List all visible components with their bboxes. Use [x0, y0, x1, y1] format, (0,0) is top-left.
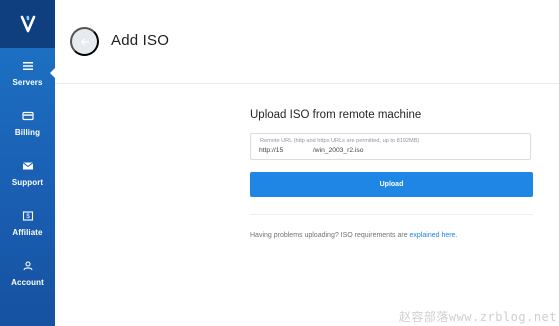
- account-user-icon: [21, 259, 35, 273]
- remote-url-field[interactable]: Remote URL (http and https URLs are perm…: [250, 133, 531, 160]
- sidebar-item-account[interactable]: Account: [0, 248, 55, 298]
- iso-requirements-help: Having problems uploading? ISO requireme…: [250, 232, 533, 239]
- arrow-left-icon: [80, 37, 89, 46]
- sidebar-item-label: Support: [11, 178, 44, 187]
- sidebar-item-label: Servers: [12, 78, 43, 87]
- upload-heading: Upload ISO from remote machine: [250, 109, 422, 121]
- sidebar-item-label: Affiliate: [12, 228, 43, 237]
- sidebar-item-support[interactable]: Support: [0, 148, 55, 198]
- iso-requirements-link[interactable]: explained here.: [410, 232, 458, 239]
- page-title: Add ISO: [111, 32, 170, 49]
- remote-url-label: Remote URL (http and https URLs are perm…: [260, 138, 420, 144]
- sidebar: Servers Billing Support $ Affiliate Acco…: [0, 0, 55, 326]
- sidebar-item-label: Billing: [14, 128, 41, 137]
- vultr-v-logo-icon: [20, 15, 35, 33]
- help-prefix-text: Having problems uploading? ISO requireme…: [250, 232, 410, 239]
- remote-url-input[interactable]: [259, 147, 525, 154]
- billing-card-icon: [21, 109, 35, 123]
- back-button[interactable]: [70, 27, 99, 56]
- sidebar-nav: Servers Billing Support $ Affiliate Acco…: [0, 48, 55, 298]
- sidebar-item-billing[interactable]: Billing: [0, 98, 55, 148]
- support-envelope-icon: [21, 159, 35, 173]
- upload-button[interactable]: Upload: [250, 172, 533, 197]
- upload-iso-panel: Upload ISO from remote machine Remote UR…: [250, 109, 533, 239]
- sidebar-item-affiliate[interactable]: $ Affiliate: [0, 198, 55, 248]
- watermark-text: 赵容部落www.zrblog.net: [398, 310, 557, 324]
- section-divider: [250, 214, 533, 215]
- main-content: Upload ISO from remote machine Remote UR…: [55, 84, 559, 326]
- add-iso-screen: Servers Billing Support $ Affiliate Acco…: [0, 0, 559, 326]
- servers-list-icon: [21, 59, 35, 73]
- brand-logo[interactable]: [0, 0, 55, 48]
- svg-text:$: $: [26, 214, 30, 220]
- affiliate-dollar-icon: $: [21, 209, 35, 223]
- sidebar-item-label: Account: [11, 278, 44, 287]
- sidebar-item-servers[interactable]: Servers: [0, 48, 55, 98]
- page-header: Add ISO: [55, 0, 559, 84]
